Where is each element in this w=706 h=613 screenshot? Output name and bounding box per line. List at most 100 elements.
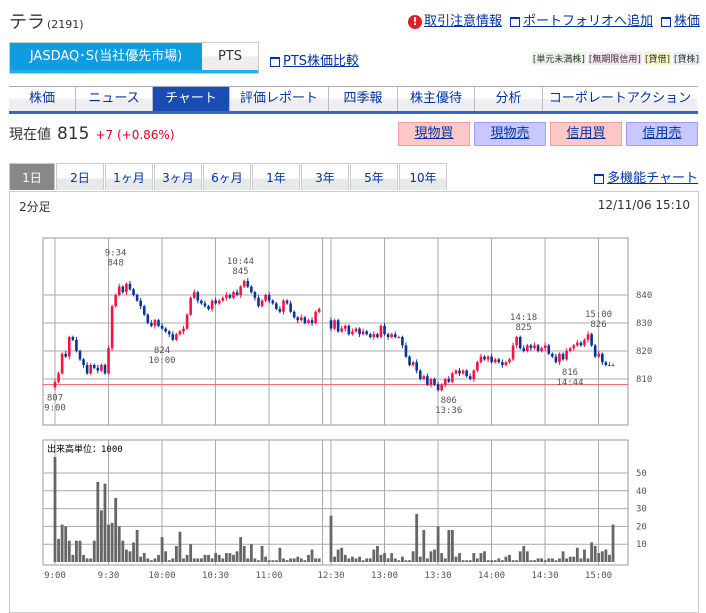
candle-body — [314, 311, 317, 323]
volume-bar — [329, 515, 333, 562]
volume-bar — [149, 560, 153, 562]
volume-bar — [372, 549, 376, 562]
volume-bar — [443, 558, 447, 562]
volume-bar — [450, 529, 454, 562]
candle-body — [153, 320, 157, 326]
annotation-price: 845 — [232, 267, 248, 277]
volume-bar — [278, 547, 282, 562]
candle-body — [221, 297, 225, 301]
candle-body — [142, 306, 146, 315]
volume-bar — [490, 560, 494, 562]
volume-bar — [296, 556, 300, 562]
volume-bar — [547, 558, 551, 562]
volume-bar — [336, 549, 340, 562]
candle-body — [576, 342, 579, 346]
x-tick-label: 9:30 — [98, 571, 120, 581]
annotation-price: 806 — [441, 396, 457, 406]
candle-body — [611, 365, 615, 366]
candle-body — [429, 379, 433, 385]
volume-bar — [447, 529, 451, 562]
volume-bar — [525, 551, 529, 562]
candle-body — [100, 365, 103, 371]
candle-body — [368, 334, 372, 337]
candle-body — [340, 328, 344, 332]
candle-body — [160, 325, 164, 329]
volume-bar — [125, 549, 128, 562]
volume-bar — [572, 556, 576, 562]
candle-body — [347, 325, 351, 335]
candle-body — [454, 370, 458, 374]
candle-body — [135, 295, 139, 301]
volume-bar — [411, 551, 415, 562]
candle-body — [67, 337, 71, 357]
volume-bar — [103, 483, 107, 562]
candle-body — [401, 337, 404, 346]
candle-body — [411, 362, 415, 365]
candle-body — [189, 297, 192, 315]
volume-tick-label: 40 — [636, 487, 647, 497]
volume-bar — [543, 560, 547, 562]
volume-bar — [515, 560, 519, 562]
candle-body — [483, 356, 486, 360]
volume-bar — [468, 560, 472, 562]
candle-body — [246, 281, 250, 287]
volume-bar — [260, 545, 264, 562]
volume-bar — [267, 560, 271, 562]
candle-body — [71, 337, 75, 340]
volume-bar — [422, 529, 426, 562]
annotation-time: 15:00 — [585, 310, 612, 320]
candle-body — [372, 334, 376, 337]
volume-bar — [579, 558, 583, 562]
volume-bar — [508, 554, 511, 562]
volume-bar — [554, 560, 558, 562]
volume-bar — [568, 556, 572, 562]
candle-body — [139, 300, 142, 307]
volume-bar — [361, 560, 365, 562]
candle-body — [343, 325, 347, 329]
volume-bar — [292, 558, 296, 562]
candle-body — [354, 328, 358, 332]
volume-bar — [207, 554, 210, 562]
x-tick-label: 12:30 — [317, 571, 344, 581]
candle-body — [597, 353, 601, 357]
candle-body — [285, 300, 289, 304]
candle-body — [365, 331, 368, 335]
volume-bar — [217, 554, 221, 562]
volume-bar — [583, 549, 586, 562]
annotation-price: 826 — [590, 320, 606, 330]
volume-bar — [340, 547, 344, 562]
volume-bar — [71, 554, 75, 562]
volume-bar — [600, 551, 604, 562]
volume-bar — [82, 554, 85, 562]
volume-bar — [121, 540, 125, 562]
candle-body — [232, 292, 235, 298]
candle-body — [458, 370, 461, 374]
candle-body — [267, 295, 271, 301]
volume-bar — [461, 560, 465, 562]
annotation-price: 848 — [108, 259, 124, 269]
candle-body — [493, 359, 497, 363]
volume-bar — [418, 556, 422, 562]
volume-bar — [379, 554, 383, 562]
candle-body — [310, 320, 314, 323]
volume-bar — [210, 558, 214, 562]
candle-body — [351, 331, 354, 335]
candle-body — [547, 345, 551, 354]
candle-body — [336, 320, 340, 332]
candle-body — [207, 306, 210, 309]
volume-bar — [178, 531, 182, 562]
volume-bar — [67, 540, 71, 562]
candle-body — [376, 334, 379, 337]
volume-bar — [249, 544, 253, 562]
volume-bar — [64, 526, 68, 562]
volume-bar — [575, 547, 579, 562]
candle-body — [515, 337, 518, 346]
volume-bar — [433, 549, 436, 562]
candle-body — [107, 348, 110, 374]
candle-body — [92, 365, 96, 368]
volume-bar — [475, 558, 479, 562]
candle-body — [479, 356, 483, 363]
price-tick-label: 830 — [636, 319, 652, 329]
candle-body — [278, 309, 282, 312]
volume-bar — [529, 560, 533, 562]
